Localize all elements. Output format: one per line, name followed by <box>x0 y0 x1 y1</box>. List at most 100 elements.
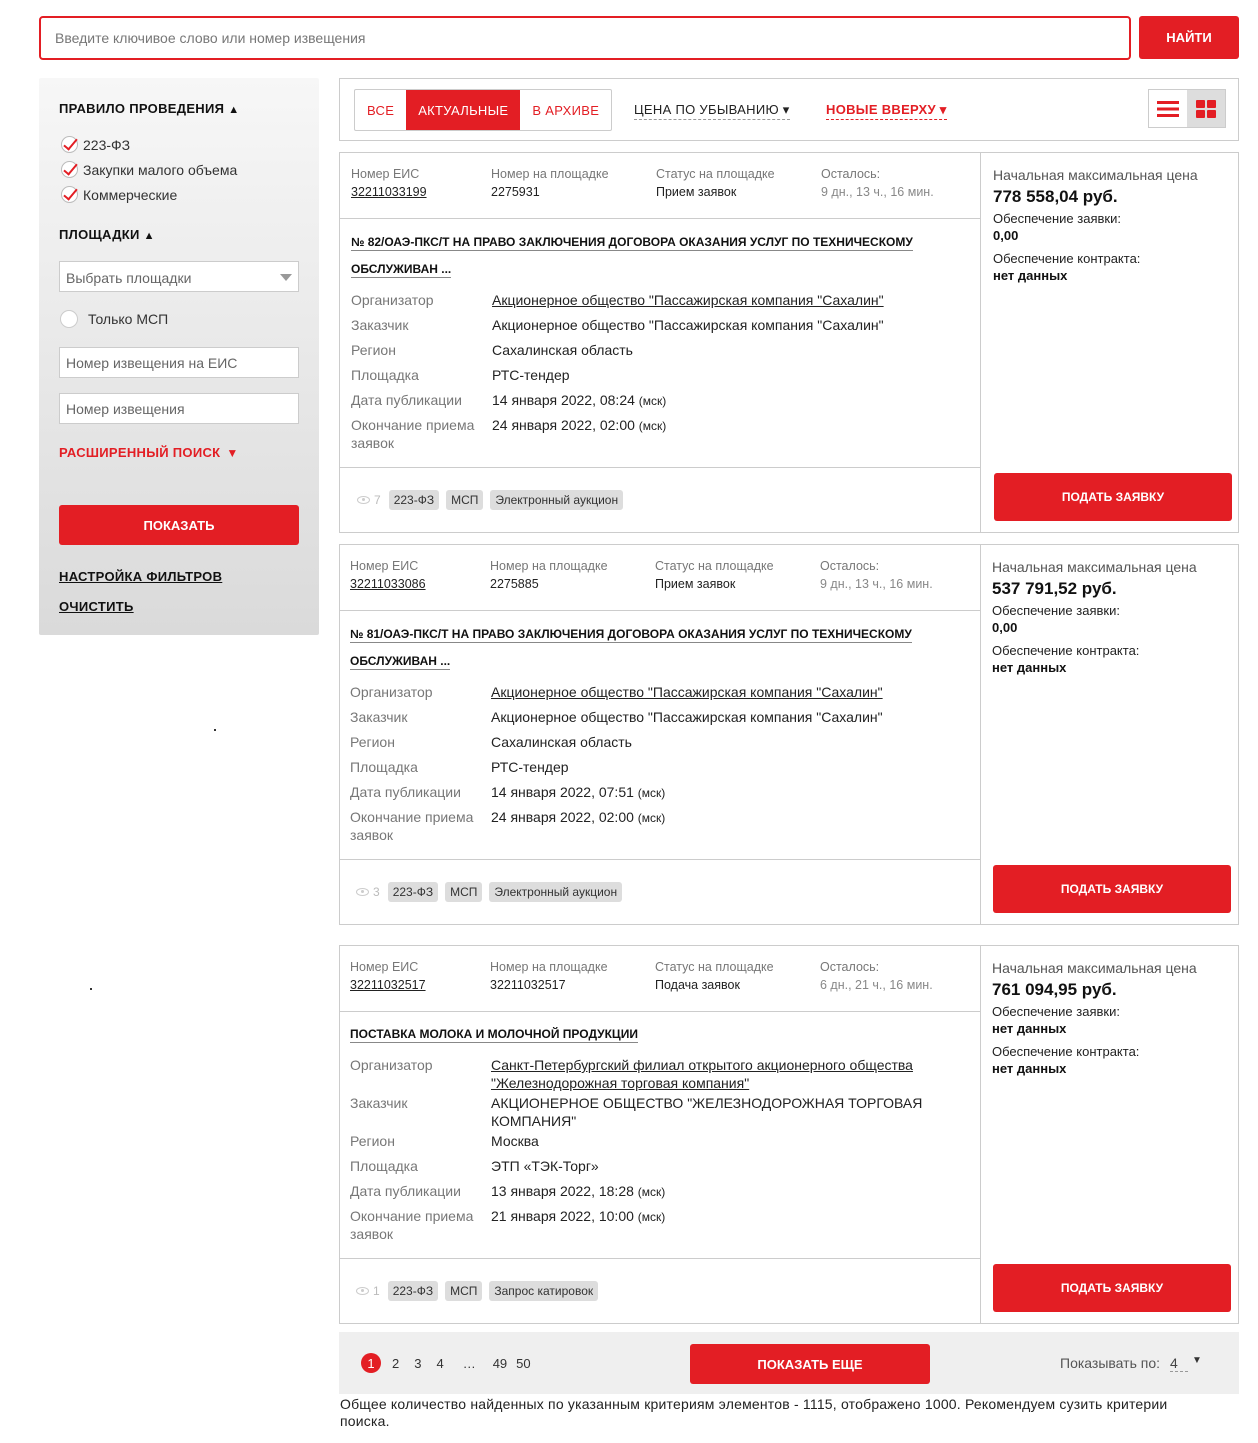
per-page-select[interactable]: 4 <box>1170 1355 1189 1372</box>
pagination-bar: 1 2 3 4 … 49 50 ПОКАЗАТЬ ЕЩЕ Показывать … <box>339 1332 1239 1394</box>
radio-button[interactable] <box>60 310 78 328</box>
tab-archive[interactable]: В АРХИВЕ <box>520 90 611 130</box>
tag-badge: Электронный аукцион <box>490 490 624 510</box>
timezone-label: (мск) <box>638 394 667 408</box>
eis-number-link[interactable]: 32211032517 <box>350 978 426 992</box>
advanced-search-toggle[interactable]: РАСШИРЕННЫЙ ПОИСК ▼ <box>59 445 239 460</box>
contract-security-value: нет данных <box>992 1061 1067 1076</box>
date-text: 13 января 2022, 18:28 <box>491 1183 634 1199</box>
platforms-select[interactable]: Выбрать площадки <box>59 261 299 292</box>
platform-row: Площадка РТС-тендер <box>350 758 931 776</box>
checkbox-223fz[interactable]: 223-ФЗ <box>61 136 130 153</box>
eis-number-link[interactable]: 32211033199 <box>351 185 427 199</box>
remaining-block: Осталось: 9 дн., 13 ч., 16 мин. <box>820 559 933 591</box>
customer-row: Заказчик Акционерное общество "Пассажирск… <box>350 708 931 726</box>
field-label: Площадка <box>351 367 419 383</box>
deadline-row: Окончание приема заявок 24 января 2022, 0… <box>351 416 932 452</box>
contract-security-value: нет данных <box>992 660 1067 675</box>
checkmark-icon <box>61 161 78 178</box>
notice-number-input[interactable] <box>59 393 299 424</box>
eis-number-input[interactable] <box>59 347 299 378</box>
platform-number-block: Номер на площадке 32211032517 <box>490 960 608 992</box>
divider <box>340 218 981 219</box>
deadline-value: 21 января 2022, 10:00 (мск) <box>491 1207 931 1243</box>
find-button[interactable]: НАЙТИ <box>1139 16 1239 59</box>
only-msp-toggle[interactable]: Только МСП <box>60 310 168 328</box>
field-label: Дата публикации <box>350 784 461 800</box>
apply-button[interactable]: ПОДАТЬ ЗАЯВКУ <box>993 865 1231 913</box>
advanced-search-label: РАСШИРЕННЫЙ ПОИСК <box>59 445 221 460</box>
bid-security-label: Обеспечение заявки: <box>993 211 1121 226</box>
platforms-section-title[interactable]: ПЛОЩАДКИ ▲ <box>59 227 155 242</box>
tag-badge: МСП <box>445 1281 483 1301</box>
region-value: Москва <box>491 1133 539 1149</box>
expand-down-icon: ▼ <box>226 446 239 460</box>
tender-title-link[interactable]: № 81/ОАЭ-ПКС/Т НА ПРАВО ЗАКЛЮЧЕНИЯ ДОГОВ… <box>350 621 930 675</box>
customer-value: Акционерное общество "Пассажирская компа… <box>491 709 883 725</box>
platform-value: ЭТП «ТЭК-Торг» <box>491 1158 599 1174</box>
stray-dot <box>214 729 216 731</box>
organizer-link[interactable]: Акционерное общество "Пассажирская компа… <box>491 683 931 701</box>
organizer-link[interactable]: Санкт-Петербургский филиал открытого акц… <box>491 1056 931 1092</box>
publish-date-row: Дата публикации 14 января 2022, 08:24 (мс… <box>351 391 932 410</box>
views-count: 7 <box>374 493 381 507</box>
region-row: Регион Москва <box>350 1132 931 1150</box>
date-text: 21 января 2022, 10:00 <box>491 1208 634 1224</box>
caret-down-icon[interactable]: ▼ <box>1192 1355 1202 1372</box>
only-msp-label: Только МСП <box>88 311 169 327</box>
sort-date-dropdown[interactable]: НОВЫЕ ВВЕРХУ ▾ <box>826 102 947 120</box>
remaining-block: Осталось: 9 дн., 13 ч., 16 мин. <box>821 167 934 199</box>
rules-section-title[interactable]: ПРАВИЛО ПРОВЕДЕНИЯ ▲ <box>59 101 239 116</box>
region-row: Регион Сахалинская область <box>350 733 931 751</box>
page-link[interactable]: 2 <box>392 1356 399 1371</box>
rules-title-text: ПРАВИЛО ПРОВЕДЕНИЯ <box>59 101 225 116</box>
view-switch <box>1148 89 1226 128</box>
checkbox-commercial[interactable]: Коммерческие <box>61 186 177 203</box>
tender-title-link[interactable]: ПОСТАВКА МОЛОКА И МОЛОЧНОЙ ПРОДУКЦИИ <box>350 1021 930 1048</box>
per-page-label: Показывать по: <box>1060 1355 1161 1371</box>
search-input[interactable] <box>39 16 1131 60</box>
clear-filters-link[interactable]: ОЧИСТИТЬ <box>59 599 134 614</box>
page-link[interactable]: 4 <box>436 1356 443 1371</box>
grid-view-button[interactable] <box>1187 90 1225 127</box>
checkbox-small-purchases[interactable]: Закупки малого объема <box>61 161 237 178</box>
show-button[interactable]: ПОКАЗАТЬ <box>59 505 299 545</box>
eis-number-link[interactable]: 32211033086 <box>350 577 426 591</box>
list-icon <box>1157 100 1179 117</box>
tab-actual[interactable]: АКТУАЛЬНЫЕ <box>406 90 521 130</box>
page-link[interactable]: 3 <box>414 1356 421 1371</box>
tender-title-link[interactable]: № 82/ОАЭ-ПКС/Т НА ПРАВО ЗАКЛЮЧЕНИЯ ДОГОВ… <box>351 229 931 283</box>
timezone-label: (мск) <box>637 786 666 800</box>
organizer-link[interactable]: Акционерное общество "Пассажирская компа… <box>492 291 932 309</box>
platform-number-block: Номер на площадке 2275885 <box>490 559 608 591</box>
deadline-row: Окончание приема заявок 24 января 2022, 0… <box>350 808 931 844</box>
field-label: Дата публикации <box>351 392 462 408</box>
show-more-button[interactable]: ПОКАЗАТЬ ЕЩЕ <box>690 1344 930 1384</box>
region-value: Сахалинская область <box>492 342 633 358</box>
results-toolbar: ВСЕ АКТУАЛЬНЫЕ В АРХИВЕ ЦЕНА ПО УБЫВАНИЮ… <box>339 78 1239 141</box>
meta-label: Номер на площадке <box>490 960 608 974</box>
date-text: 14 января 2022, 07:51 <box>491 784 634 800</box>
organizer-row: Организатор Акционерное общество "Пассажи… <box>351 291 932 309</box>
grid-icon <box>1196 99 1216 118</box>
page-link-current[interactable]: 1 <box>361 1353 381 1373</box>
page-link[interactable]: 50 <box>516 1356 530 1371</box>
platforms-title-text: ПЛОЩАДКИ <box>59 227 140 242</box>
collapse-up-icon: ▲ <box>228 104 240 116</box>
sort-price-dropdown[interactable]: ЦЕНА ПО УБЫВАНИЮ ▾ <box>634 102 790 120</box>
filter-settings-link[interactable]: НАСТРОЙКА ФИЛЬТРОВ <box>59 569 222 584</box>
page-link[interactable]: 49 <box>493 1356 507 1371</box>
status-tabs: ВСЕ АКТУАЛЬНЫЕ В АРХИВЕ <box>354 89 613 131</box>
tag-badge: МСП <box>446 490 484 510</box>
list-view-button[interactable] <box>1149 90 1187 127</box>
collapse-up-icon: ▲ <box>143 230 155 242</box>
title-line: № 81/ОАЭ-ПКС/Т НА ПРАВО ЗАКЛЮЧЕНИЯ ДОГОВ… <box>350 627 912 643</box>
meta-label: Номер на площадке <box>490 559 608 573</box>
tab-all[interactable]: ВСЕ <box>355 90 406 130</box>
timezone-label: (мск) <box>637 1185 666 1199</box>
checkbox-label: Закупки малого объема <box>83 161 238 178</box>
apply-button[interactable]: ПОДАТЬ ЗАЯВКУ <box>994 473 1232 521</box>
field-label: Заказчик <box>350 1095 408 1111</box>
apply-button[interactable]: ПОДАТЬ ЗАЯВКУ <box>993 1264 1231 1312</box>
eye-icon <box>356 1287 369 1295</box>
